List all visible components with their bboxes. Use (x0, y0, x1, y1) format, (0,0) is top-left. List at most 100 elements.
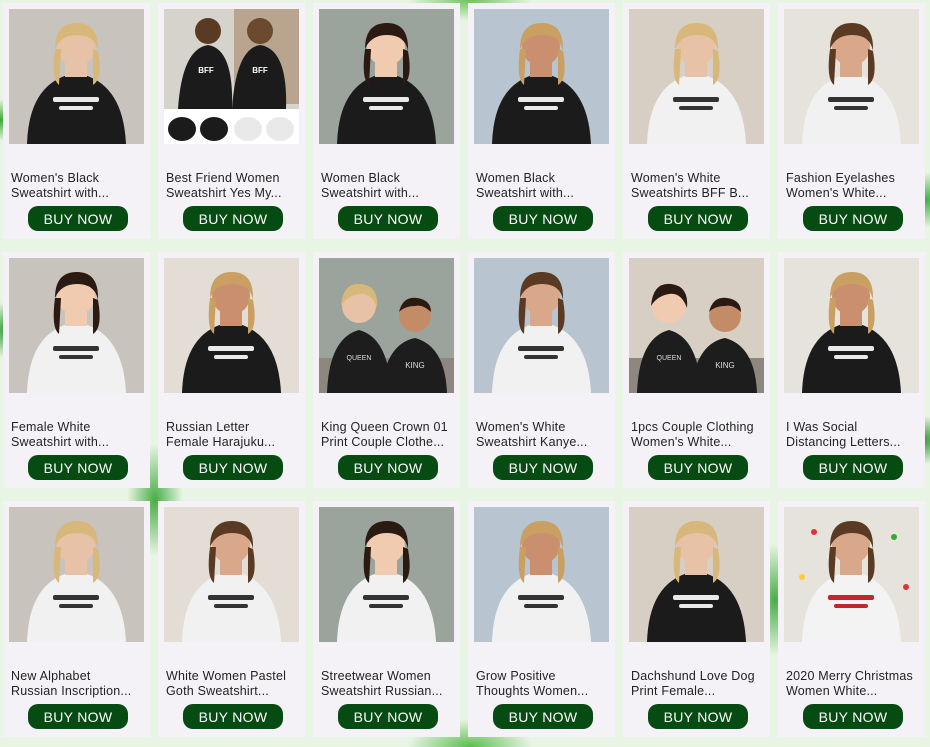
product-title-line2: Sweatshirt Kanye... (476, 435, 588, 449)
product-title-line1: New Alphabet (11, 669, 91, 683)
product-card[interactable]: Women Black Sweatshirt with... BUY NOW (468, 3, 615, 239)
product-card[interactable]: White Women Pastel Goth Sweatshirt... BUY … (158, 501, 305, 737)
product-title-line2: Sweatshirt Yes My... (166, 186, 282, 200)
buy-now-button[interactable]: BUY NOW (648, 206, 748, 231)
product-card[interactable]: Women's Black Sweatshirt with... BUY NOW (3, 3, 150, 239)
product-image[interactable] (629, 507, 764, 642)
buy-now-button[interactable]: BUY NOW (648, 455, 748, 480)
product-card[interactable]: New Alphabet Russian Inscription... BUY NO… (3, 501, 150, 737)
product-title-line2: Female Harajuku... (166, 435, 276, 449)
product-image[interactable] (784, 9, 919, 144)
product-image[interactable] (164, 258, 299, 393)
product-title-line1: Grow Positive (476, 669, 556, 683)
product-card[interactable]: Women's White Sweatshirts BFF B... BUY NOW (623, 3, 770, 239)
product-title[interactable]: King Queen Crown 01 Print Couple Clothe..… (321, 420, 455, 450)
product-image[interactable] (164, 507, 299, 642)
buy-now-button[interactable]: BUY NOW (338, 206, 438, 231)
buy-now-button[interactable]: BUY NOW (28, 206, 128, 231)
product-title-line2: Sweatshirt with... (11, 186, 110, 200)
buy-now-button[interactable]: BUY NOW (648, 704, 748, 729)
product-title-line1: I Was Social (786, 420, 858, 434)
product-title[interactable]: Women's White Sweatshirt Kanye... (476, 420, 610, 450)
product-image[interactable]: BFF BFF (164, 9, 299, 144)
product-title-line1: Streetwear Women (321, 669, 431, 683)
buy-now-button[interactable]: BUY NOW (493, 455, 593, 480)
product-title[interactable]: Dachshund Love Dog Print Female... (631, 669, 765, 699)
product-title[interactable]: Women's Black Sweatshirt with... (11, 171, 145, 201)
product-image[interactable] (474, 9, 609, 144)
product-card[interactable]: 2020 Merry Christmas Women White... BUY NO… (778, 501, 925, 737)
buy-now-button[interactable]: BUY NOW (493, 704, 593, 729)
product-image[interactable] (9, 9, 144, 144)
product-title[interactable]: Streetwear Women Sweatshirt Russian... (321, 669, 455, 699)
product-title-line1: Russian Letter (166, 420, 250, 434)
product-card[interactable]: I Was Social Distancing Letters... BUY NOW (778, 252, 925, 488)
product-image[interactable]: QUEEN KING (319, 258, 454, 393)
product-title-line2: Sweatshirt Russian... (321, 684, 443, 698)
product-title[interactable]: 1pcs Couple Clothing Women's White... (631, 420, 765, 450)
product-title[interactable]: Grow Positive Thoughts Women... (476, 669, 610, 699)
product-title[interactable]: Female White Sweatshirt with... (11, 420, 145, 450)
buy-now-button[interactable]: BUY NOW (183, 206, 283, 231)
buy-now-button[interactable]: BUY NOW (338, 455, 438, 480)
svg-text:BFF: BFF (252, 66, 268, 75)
product-title[interactable]: Women Black Sweatshirt with... (321, 171, 455, 201)
product-title-line1: Dachshund Love Dog (631, 669, 755, 683)
buy-now-button[interactable]: BUY NOW (183, 704, 283, 729)
product-card[interactable]: Women's White Sweatshirt Kanye... BUY NOW (468, 252, 615, 488)
buy-now-button[interactable]: BUY NOW (183, 455, 283, 480)
product-title-line1: Women Black (476, 171, 556, 185)
product-title-line1: Best Friend Women (166, 171, 280, 185)
product-title-line2: Print Couple Clothe... (321, 435, 445, 449)
product-card[interactable]: QUEEN KING 1pcs Couple Clothing Women's W… (623, 252, 770, 488)
product-title-line2: Sweatshirt with... (321, 186, 420, 200)
product-image[interactable] (474, 258, 609, 393)
product-card[interactable]: Fashion Eyelashes Women's White... BUY NOW (778, 3, 925, 239)
product-title-line1: White Women Pastel (166, 669, 287, 683)
product-card[interactable]: Dachshund Love Dog Print Female... BUY NOW (623, 501, 770, 737)
product-image[interactable] (474, 507, 609, 642)
product-card[interactable]: Russian Letter Female Harajuku... BUY NOW (158, 252, 305, 488)
product-title[interactable]: 2020 Merry Christmas Women White... (786, 669, 920, 699)
product-title[interactable]: New Alphabet Russian Inscription... (11, 669, 145, 699)
product-title-line2: Women's White... (786, 186, 887, 200)
product-title[interactable]: Fashion Eyelashes Women's White... (786, 171, 920, 201)
product-title-line1: Women's White (631, 171, 721, 185)
product-card[interactable]: Streetwear Women Sweatshirt Russian... BUY… (313, 501, 460, 737)
product-image[interactable] (784, 258, 919, 393)
product-image[interactable] (319, 9, 454, 144)
product-title[interactable]: White Women Pastel Goth Sweatshirt... (166, 669, 300, 699)
product-image[interactable] (629, 9, 764, 144)
product-card[interactable]: QUEEN KING King Queen Crown 01 Print Coup… (313, 252, 460, 488)
product-title[interactable]: Russian Letter Female Harajuku... (166, 420, 300, 450)
product-title[interactable]: Women Black Sweatshirt with... (476, 171, 610, 201)
product-title[interactable]: Women's White Sweatshirts BFF B... (631, 171, 765, 201)
product-image[interactable] (9, 507, 144, 642)
product-image[interactable] (9, 258, 144, 393)
svg-text:BFF: BFF (198, 66, 214, 75)
product-title-line1: 2020 Merry Christmas (786, 669, 913, 683)
product-card[interactable]: BFF BFF Best Friend Women Sweatshirt Yes … (158, 3, 305, 239)
product-title-line2: Print Female... (631, 684, 716, 698)
product-title-line2: Sweatshirt with... (11, 435, 110, 449)
buy-now-button[interactable]: BUY NOW (803, 704, 903, 729)
product-image[interactable] (319, 507, 454, 642)
product-card[interactable]: Female White Sweatshirt with... BUY NOW (3, 252, 150, 488)
buy-now-button[interactable]: BUY NOW (28, 704, 128, 729)
buy-now-button[interactable]: BUY NOW (493, 206, 593, 231)
product-card[interactable]: Women Black Sweatshirt with... BUY NOW (313, 3, 460, 239)
product-title-line2: Women's White... (631, 435, 732, 449)
buy-now-button[interactable]: BUY NOW (803, 455, 903, 480)
product-title[interactable]: Best Friend Women Sweatshirt Yes My... (166, 171, 300, 201)
product-title[interactable]: I Was Social Distancing Letters... (786, 420, 920, 450)
buy-now-button[interactable]: BUY NOW (28, 455, 128, 480)
product-title-line1: Fashion Eyelashes (786, 171, 896, 185)
product-image[interactable] (784, 507, 919, 642)
svg-text:KING: KING (715, 361, 735, 370)
product-image[interactable]: QUEEN KING (629, 258, 764, 393)
product-title-line2: Thoughts Women... (476, 684, 589, 698)
svg-text:KING: KING (405, 361, 425, 370)
product-card[interactable]: Grow Positive Thoughts Women... BUY NOW (468, 501, 615, 737)
buy-now-button[interactable]: BUY NOW (803, 206, 903, 231)
buy-now-button[interactable]: BUY NOW (338, 704, 438, 729)
